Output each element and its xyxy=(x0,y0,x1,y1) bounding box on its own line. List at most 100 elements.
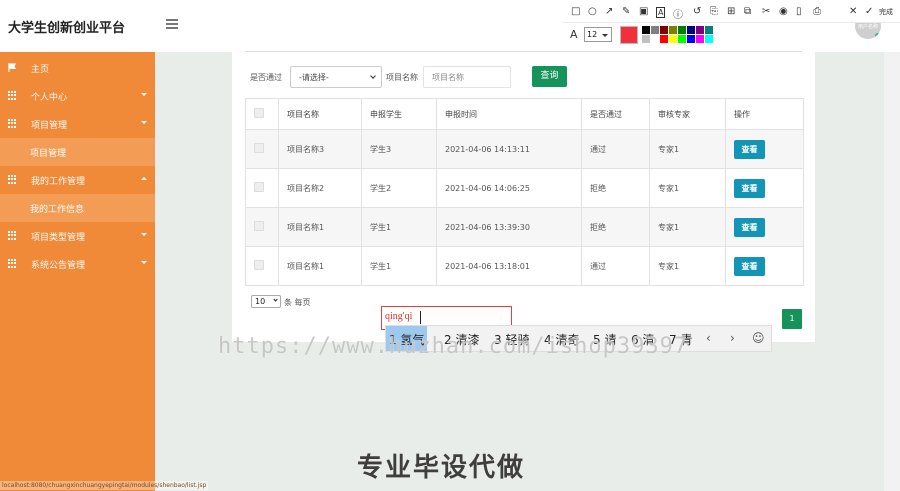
sidebar-item-project-management[interactable]: 项目管理 xyxy=(0,110,155,138)
flag-icon xyxy=(8,63,17,72)
sidebar-item-label: 系统公告管理 xyxy=(31,261,86,271)
project-name-input-wrap xyxy=(423,66,511,88)
chevron-left-icon[interactable]: ‹ xyxy=(706,331,711,345)
expert-cell: 专家1 xyxy=(649,168,726,208)
pagination-current-page[interactable]: 1 xyxy=(782,309,802,329)
column-header: 是否通过 xyxy=(581,98,650,130)
chevron-down-icon xyxy=(141,121,147,124)
query-button[interactable]: 查询 xyxy=(532,66,567,87)
column-header: 申报学生 xyxy=(361,98,437,130)
student-cell: 学生2 xyxy=(361,168,437,208)
table-row: 项目名称1 学生1 2021-04-06 13:18:01 通过 专家1 查看 xyxy=(245,246,804,286)
color-swatch[interactable] xyxy=(642,35,650,43)
undo-icon[interactable]: ↺ xyxy=(693,6,701,17)
passed-cell: 拒绝 xyxy=(581,168,650,208)
color-swatch[interactable] xyxy=(678,35,686,43)
time-cell: 2021-04-06 14:13:11 xyxy=(436,129,582,169)
ellipse-tool-icon[interactable]: ○ xyxy=(588,6,597,17)
grid-icon xyxy=(8,175,17,184)
pin-icon[interactable]: ✂ xyxy=(762,6,770,17)
color-swatch[interactable] xyxy=(651,26,659,34)
select-all-cell[interactable] xyxy=(245,98,279,130)
sidebar-item-announcement-management[interactable]: 系统公告管理 xyxy=(0,250,155,278)
bookmark-icon[interactable]: ⎙ xyxy=(813,6,821,17)
check-icon[interactable]: ✓ xyxy=(865,6,873,17)
sidebar-item-home[interactable]: 主页 xyxy=(0,54,155,82)
row-checkbox[interactable] xyxy=(254,143,264,153)
scan-icon[interactable]: ⧉ xyxy=(744,6,751,17)
annotation-toolbar: □ ○ ↗ ✎ ▣ A ⓘ ↺ ⎘ ⊞ ⧉ ✂ ◉ ▯ ⎙ ✕ ✓ xyxy=(563,3,900,23)
divider xyxy=(245,51,802,52)
record-icon[interactable]: ◉ xyxy=(779,6,788,17)
student-cell: 学生3 xyxy=(361,129,437,169)
color-swatch[interactable] xyxy=(705,26,713,34)
sidebar-item-project-type-management[interactable]: 项目类型管理 xyxy=(0,222,155,250)
color-swatch[interactable] xyxy=(678,26,686,34)
rectangle-tool-icon[interactable]: □ xyxy=(571,6,580,17)
sidebar-subitem-my-work-info[interactable]: 我的工作信息 xyxy=(0,194,155,222)
color-swatch[interactable] xyxy=(660,35,668,43)
color-swatch[interactable] xyxy=(696,35,704,43)
color-swatch[interactable] xyxy=(651,35,659,43)
color-swatch[interactable] xyxy=(687,35,695,43)
sidebar-item-label: 我的工作信息 xyxy=(30,205,85,215)
color-swatch[interactable] xyxy=(696,26,704,34)
color-swatch[interactable] xyxy=(660,26,668,34)
done-button[interactable]: 完成 xyxy=(879,7,893,17)
pen-tool-icon[interactable]: ✎ xyxy=(622,6,630,17)
sidebar-item-personal-center[interactable]: 个人中心 xyxy=(0,82,155,110)
save-icon[interactable]: ⎘ xyxy=(710,6,718,17)
scrollbar-track[interactable] xyxy=(884,52,900,491)
project-name-cell: 项目名称2 xyxy=(278,168,362,208)
time-cell: 2021-04-06 13:18:01 xyxy=(436,246,582,286)
table-row: 项目名称1 学生1 2021-04-06 13:39:30 拒绝 专家1 查看 xyxy=(245,207,804,247)
phone-icon[interactable]: ▯ xyxy=(796,6,802,17)
grid-icon xyxy=(8,91,17,100)
project-name-cell: 项目名称1 xyxy=(278,207,362,247)
chevron-down-icon xyxy=(141,261,147,264)
project-name-input[interactable] xyxy=(424,67,510,87)
watermark-slogan: 专业毕设代做 xyxy=(357,453,526,483)
ocr-icon[interactable]: ⊞ xyxy=(727,6,735,17)
view-button[interactable]: 查看 xyxy=(734,217,765,237)
row-checkbox[interactable] xyxy=(254,260,264,270)
view-button[interactable]: 查看 xyxy=(734,178,765,198)
font-size-select[interactable]: 12 xyxy=(584,27,612,42)
table-row: 项目名称2 学生2 2021-04-06 14:06:25 拒绝 专家1 查看 xyxy=(245,168,804,208)
project-table: 项目名称 申报学生 申报时间 是否通过 审核专家 操作 项目名称3 学生3 20… xyxy=(245,98,804,286)
watermark-url: https://www.huzhan.com/ishop39397 xyxy=(218,334,689,359)
arrow-tool-icon[interactable]: ↗ xyxy=(605,6,613,17)
emoji-icon[interactable]: ☺ xyxy=(752,331,765,345)
sidebar: 主页 个人中心 项目管理 项目管理 我的工作管理 我的工作信息 项目类型管理 系… xyxy=(0,52,155,491)
mosaic-tool-icon[interactable]: ▣ xyxy=(639,6,648,17)
color-swatch[interactable] xyxy=(669,35,677,43)
sidebar-item-my-work-management[interactable]: 我的工作管理 xyxy=(0,166,155,194)
select-all-checkbox[interactable] xyxy=(254,108,264,118)
close-icon[interactable]: ✕ xyxy=(849,6,857,17)
number-tool-icon[interactable]: ⓘ xyxy=(673,6,683,21)
passed-select[interactable]: -请选择- xyxy=(290,66,382,88)
row-checkbox[interactable] xyxy=(254,221,264,231)
sidebar-item-label: 项目类型管理 xyxy=(31,233,86,243)
color-swatch[interactable] xyxy=(642,26,650,34)
sidebar-subitem-project-management[interactable]: 项目管理 xyxy=(0,138,155,166)
chevron-right-icon[interactable]: › xyxy=(730,331,735,345)
sidebar-item-label: 个人中心 xyxy=(31,93,68,103)
page-size-value: 10 xyxy=(255,297,266,306)
view-button[interactable]: 查看 xyxy=(734,139,765,159)
view-button[interactable]: 查看 xyxy=(734,256,765,276)
passed-cell: 通过 xyxy=(581,129,650,169)
passed-cell: 通过 xyxy=(581,246,650,286)
menu-toggle-icon[interactable] xyxy=(166,19,178,29)
text-tool-icon[interactable]: A xyxy=(656,7,666,18)
color-swatch[interactable] xyxy=(687,26,695,34)
status-bar-url: localhost:8080/chuangxinchuangyepingtai/… xyxy=(0,481,209,490)
color-swatch[interactable] xyxy=(669,26,677,34)
current-color-swatch[interactable] xyxy=(620,26,638,44)
color-swatch[interactable] xyxy=(705,35,713,43)
column-header: 审核专家 xyxy=(649,98,726,130)
row-checkbox[interactable] xyxy=(254,182,264,192)
sidebar-item-label: 我的工作管理 xyxy=(31,177,86,187)
name-filter-label: 项目名称 xyxy=(386,73,418,82)
page-size-select[interactable]: 10 xyxy=(251,295,281,308)
